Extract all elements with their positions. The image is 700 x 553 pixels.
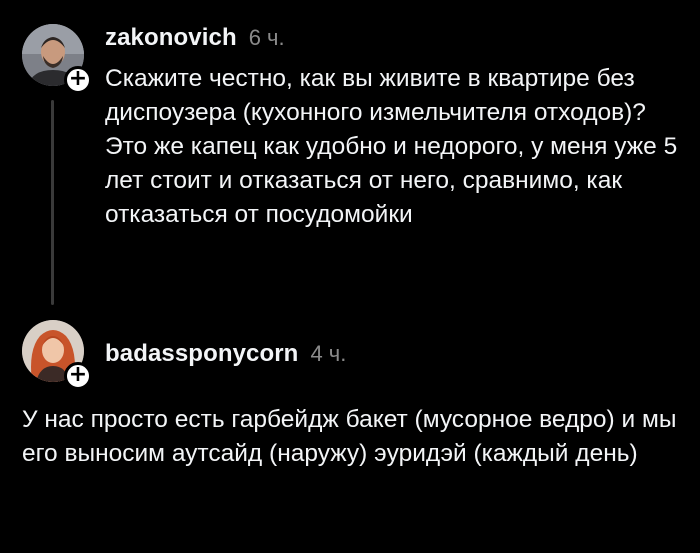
username[interactable]: zakonovich	[105, 24, 237, 52]
post-header: badassponycorn 4 ч.	[105, 340, 346, 368]
thread-post-reply: + badassponycorn 4 ч. У нас просто есть …	[0, 310, 700, 553]
avatar-wrap: +	[22, 24, 92, 94]
timestamp: 6 ч.	[248, 25, 285, 50]
plus-icon: +	[68, 66, 88, 91]
timestamp: 4 ч.	[310, 341, 347, 366]
post-header: zakonovich 6 ч.	[105, 24, 285, 52]
thread-screen: { "posts": [ { "username": "zakonovich",…	[0, 0, 700, 553]
follow-button[interactable]: +	[64, 66, 92, 94]
plus-icon: +	[68, 362, 88, 387]
username[interactable]: badassponycorn	[105, 340, 298, 368]
post-text: У нас просто есть гарбейдж бакет (мусорн…	[22, 406, 677, 467]
post-text: Скажите честно, как вы живите в квартире…	[105, 65, 678, 228]
follow-button[interactable]: +	[64, 362, 92, 390]
avatar-wrap: +	[22, 320, 92, 390]
thread-connector-line	[51, 100, 54, 305]
thread-post-original: + zakonovich 6 ч. Скажите честно, как вы…	[0, 0, 700, 310]
